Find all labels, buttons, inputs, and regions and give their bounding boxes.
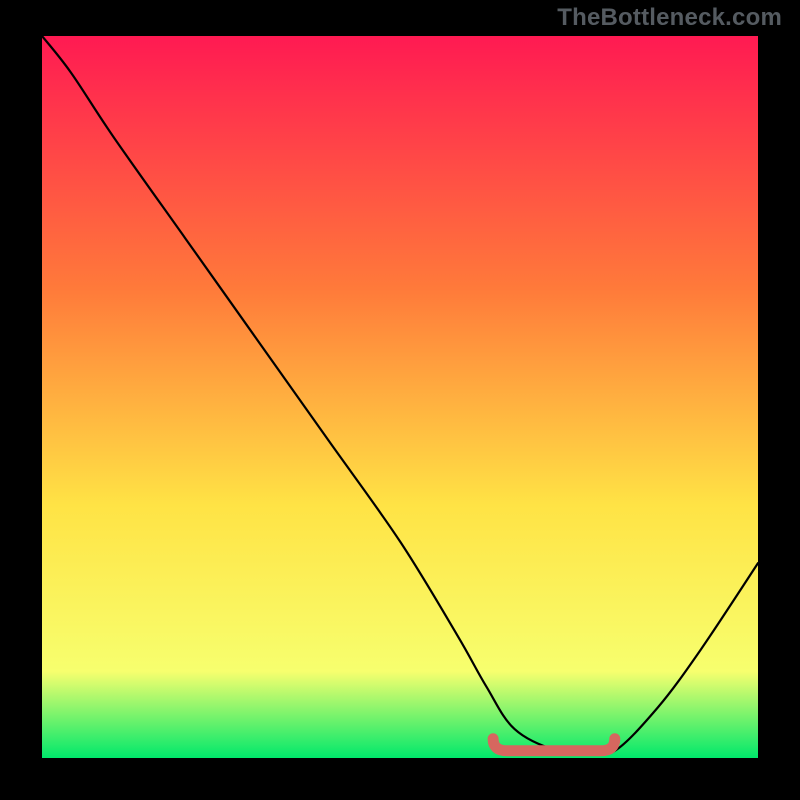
chart-svg <box>42 36 758 758</box>
chart-frame: TheBottleneck.com <box>0 0 800 800</box>
gradient-background <box>42 36 758 758</box>
plot-area <box>42 36 758 758</box>
watermark-text: TheBottleneck.com <box>557 4 782 32</box>
